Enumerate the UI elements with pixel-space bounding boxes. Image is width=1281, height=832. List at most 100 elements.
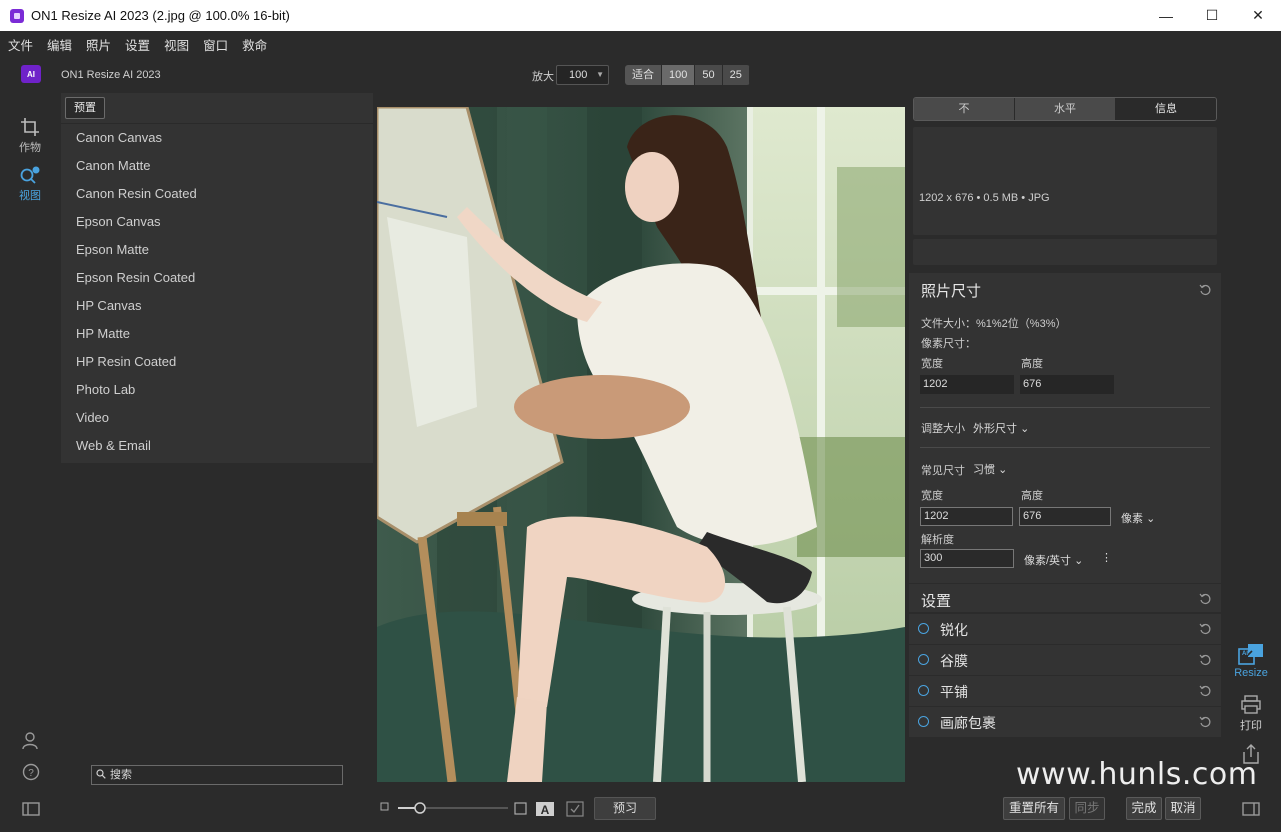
image-canvas[interactable] — [377, 107, 905, 782]
left-tool-rail: 作物 视图 ? — [0, 93, 60, 832]
unit-value: 像素 — [1121, 513, 1143, 525]
more-options-icon[interactable]: ⋮ — [1101, 551, 1112, 564]
preset-item[interactable]: Epson Matte — [61, 236, 373, 264]
resize-mode-dropdown[interactable]: 外形尺寸 ⌄ — [973, 420, 1029, 436]
reset-icon[interactable] — [1199, 623, 1211, 635]
panel-toggle-icon[interactable] — [1240, 800, 1262, 818]
menu-settings[interactable]: 设置 — [125, 35, 150, 54]
tab-presets[interactable]: 预置 — [65, 97, 105, 119]
divider — [920, 407, 1210, 408]
common-size-value: 习惯 — [973, 464, 995, 476]
zoom-label: 放大 — [532, 71, 554, 83]
large-thumb-icon[interactable] — [514, 802, 527, 815]
toggle-radio[interactable] — [918, 623, 929, 634]
preset-item[interactable]: Web & Email — [61, 432, 373, 460]
compare-icon[interactable]: A — [536, 802, 554, 816]
toggle-radio[interactable] — [918, 654, 929, 665]
resolution-unit-dropdown[interactable]: 像素/英寸 ⌄ — [1024, 552, 1083, 568]
help-icon[interactable]: ? — [20, 762, 42, 782]
zoom-100-button[interactable]: 100 — [662, 65, 696, 85]
window-controls: — ☐ ✕ — [1143, 0, 1281, 31]
chevron-down-icon: ⌄ — [1146, 513, 1156, 525]
resolution-input[interactable]: 300 — [920, 549, 1014, 568]
zoom-slider[interactable] — [396, 800, 510, 816]
svg-text:A: A — [541, 803, 550, 816]
menu-file[interactable]: 文件 — [8, 35, 33, 54]
crop-tool[interactable]: 作物 — [10, 117, 50, 155]
sync-button[interactable]: 同步 — [1069, 797, 1105, 820]
menu-view[interactable]: 视图 — [164, 35, 189, 54]
small-thumb-icon[interactable] — [380, 802, 390, 812]
minimize-button[interactable]: — — [1143, 0, 1189, 31]
reset-icon[interactable] — [1199, 716, 1211, 728]
menu-edit[interactable]: 编辑 — [47, 35, 72, 54]
preset-item[interactable]: Video — [61, 404, 373, 432]
common-size-dropdown[interactable]: 习惯 ⌄ — [973, 461, 1007, 477]
preset-item[interactable]: HP Canvas — [61, 292, 373, 320]
preset-list: Canon Canvas Canon Matte Canon Resin Coa… — [61, 123, 373, 460]
effect-label: 谷膜 — [940, 653, 968, 669]
tab-level[interactable]: 水平 — [1015, 98, 1116, 120]
common-size-label: 常见尺寸 — [921, 465, 965, 477]
zoom-50-button[interactable]: 50 — [695, 65, 723, 85]
view-icon — [20, 166, 40, 184]
effect-film-grain[interactable]: 谷膜 — [909, 645, 1221, 675]
photo-size-section: 照片尺寸 文件大小：%1%2位（%3%） 像素尺寸： 宽度 高度 1202 67… — [909, 273, 1221, 583]
reset-icon[interactable] — [1199, 284, 1211, 296]
close-button[interactable]: ✕ — [1235, 0, 1281, 31]
pixel-height-field: 676 — [1020, 375, 1114, 394]
effect-sharpen[interactable]: 锐化 — [909, 614, 1221, 644]
width-input[interactable]: 1202 — [920, 507, 1013, 526]
photo-image — [377, 107, 905, 782]
preset-item[interactable]: Canon Canvas — [61, 124, 373, 152]
chevron-down-icon: ⌄ — [1020, 423, 1030, 435]
preset-item[interactable]: HP Matte — [61, 320, 373, 348]
view-tool[interactable]: 视图 — [10, 165, 50, 203]
unit-dropdown[interactable]: 像素 ⌄ — [1121, 510, 1155, 526]
menu-window[interactable]: 窗口 — [203, 35, 228, 54]
resize-module-label: Resize — [1234, 667, 1268, 679]
done-button[interactable]: 完成 — [1126, 797, 1162, 820]
zoom-25-button[interactable]: 25 — [722, 65, 750, 85]
panel-toggle-icon[interactable] — [20, 799, 42, 819]
tab-info[interactable]: 信息 — [1116, 98, 1216, 120]
reset-icon[interactable] — [1199, 593, 1211, 605]
presets-header: 预置 — [61, 93, 373, 123]
menu-help[interactable]: 救命 — [242, 35, 267, 54]
preset-item[interactable]: Epson Canvas — [61, 208, 373, 236]
preview-button[interactable]: 预习 — [594, 797, 656, 820]
tab-none[interactable]: 不 — [914, 98, 1015, 120]
preset-item[interactable]: Canon Matte — [61, 152, 373, 180]
height-input[interactable]: 676 — [1019, 507, 1111, 526]
check-view-icon[interactable] — [566, 801, 584, 817]
reset-all-button[interactable]: 重置所有 — [1003, 797, 1065, 820]
crop-tool-label: 作物 — [19, 142, 41, 154]
effect-tiling[interactable]: 平铺 — [909, 676, 1221, 706]
resolution-unit-value: 像素/英寸 — [1024, 555, 1072, 567]
preset-item[interactable]: Epson Resin Coated — [61, 264, 373, 292]
toggle-radio[interactable] — [918, 685, 929, 696]
resize-module[interactable]: AI Resize — [1228, 643, 1274, 679]
menu-photo[interactable]: 照片 — [86, 35, 111, 54]
print-module[interactable]: 打印 — [1228, 695, 1274, 733]
reset-icon[interactable] — [1199, 654, 1211, 666]
cancel-button[interactable]: 取消 — [1165, 797, 1201, 820]
menu-bar: 文件 编辑 照片 设置 视图 窗口 救命 — [0, 31, 1281, 57]
app-logo: AI — [21, 65, 41, 83]
info-box: 1202 x 676 • 0.5 MB • JPG — [913, 127, 1217, 235]
reset-icon[interactable] — [1199, 685, 1211, 697]
window-title: ON1 Resize AI 2023 (2.jpg @ 100.0% 16-bi… — [31, 8, 290, 23]
user-icon[interactable] — [20, 731, 42, 751]
preset-item[interactable]: Canon Resin Coated — [61, 180, 373, 208]
chevron-down-icon: ⌄ — [998, 464, 1008, 476]
zoom-select[interactable]: 100 ▼ — [556, 65, 609, 85]
preset-item[interactable]: Photo Lab — [61, 376, 373, 404]
toggle-radio[interactable] — [918, 716, 929, 727]
image-info: 1202 x 676 • 0.5 MB • JPG — [919, 192, 1050, 204]
effect-gallery-wrap[interactable]: 画廊包裹 — [909, 707, 1221, 737]
zoom-fit-button[interactable]: 适合 — [625, 65, 662, 85]
info-strip — [913, 239, 1217, 265]
maximize-button[interactable]: ☐ — [1189, 0, 1235, 31]
preset-item[interactable]: HP Resin Coated — [61, 348, 373, 376]
search-input[interactable]: 搜索 — [91, 765, 343, 785]
